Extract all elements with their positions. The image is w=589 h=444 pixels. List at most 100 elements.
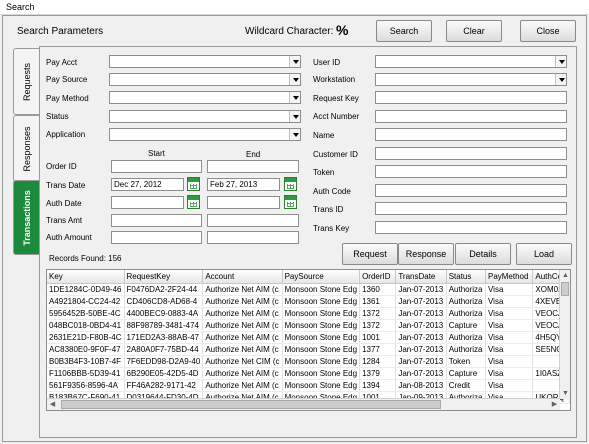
- pay-method-select[interactable]: [109, 91, 301, 104]
- auth-date-end-input[interactable]: [207, 196, 280, 209]
- application-select[interactable]: [109, 128, 301, 141]
- scroll-right-icon[interactable]: ▶: [549, 399, 560, 410]
- trans-key-input[interactable]: [375, 221, 567, 234]
- table-row[interactable]: 2631E21D-F80B-4C 171ED2A3-88AB-47 Authoriz…: [47, 331, 570, 344]
- calendar-icon[interactable]: [187, 195, 200, 209]
- vertical-scrollbar[interactable]: ▲ ▼: [559, 270, 570, 399]
- table-cell: Authorize Net AIM (c: [202, 295, 283, 308]
- horizontal-scrollbar[interactable]: ◀ ▶: [47, 398, 560, 410]
- column-header[interactable]: Account: [202, 270, 283, 284]
- trans-id-input[interactable]: [375, 202, 567, 215]
- table-row[interactable]: B0B3B4F3-10B7-4F 7F6EDD98-D2A9-40 Authoriz…: [47, 355, 570, 368]
- table-cell: Token: [446, 355, 486, 368]
- auth-code-label: Auth Code: [313, 187, 351, 196]
- trans-date-label: Trans Date: [46, 181, 86, 190]
- table-cell: Capture: [446, 367, 486, 380]
- pay-source-select[interactable]: [109, 73, 301, 86]
- column-header[interactable]: Key: [47, 270, 125, 284]
- scroll-down-icon[interactable]: ▼: [560, 388, 570, 399]
- chevron-down-icon[interactable]: [289, 74, 300, 85]
- table-cell: 1361: [359, 295, 397, 308]
- trans-date-end-input[interactable]: Feb 27, 2013: [207, 178, 280, 191]
- column-header[interactable]: PaySource: [282, 270, 361, 284]
- acct-number-label: Acct Number: [313, 112, 360, 121]
- table-cell: 1360: [359, 283, 397, 296]
- tab-responses[interactable]: Responses: [13, 115, 40, 182]
- order-id-start-input[interactable]: [111, 160, 202, 173]
- tab-transactions[interactable]: Transactions: [13, 180, 40, 255]
- table-cell: Visa: [485, 355, 534, 368]
- trans-amt-end-input[interactable]: [207, 214, 299, 227]
- table-cell: 171ED2A3-88AB-47: [124, 331, 204, 344]
- chevron-down-icon[interactable]: [555, 56, 566, 67]
- workstation-select[interactable]: [375, 73, 567, 86]
- acct-number-input[interactable]: [375, 110, 567, 123]
- tab-requests-label: Requests: [21, 62, 32, 101]
- response-button[interactable]: Response: [398, 243, 454, 265]
- column-header[interactable]: OrderID: [359, 270, 397, 284]
- close-button[interactable]: Close: [520, 20, 576, 42]
- chevron-down-icon[interactable]: [289, 92, 300, 103]
- tab-requests[interactable]: Requests: [13, 48, 40, 115]
- request-button[interactable]: Request: [342, 243, 398, 265]
- table-row[interactable]: 1DE1284C-0D49-46 F0476DA2-2F24-44 Authoriz…: [47, 283, 570, 296]
- auth-code-input[interactable]: [375, 184, 567, 197]
- chevron-down-icon[interactable]: [555, 74, 566, 85]
- table-cell: Jan-07-2013: [395, 331, 447, 344]
- table-row[interactable]: AC8380E0-9F0F-47 2A80A0F7-75BD-44 Authoriz…: [47, 343, 570, 356]
- table-cell: Jan-07-2013: [395, 283, 447, 296]
- results-table[interactable]: Key RequestKey Account PaySource OrderID Tran…: [46, 269, 571, 411]
- calendar-icon[interactable]: [284, 195, 297, 209]
- tab-transactions-label: Transactions: [21, 189, 32, 246]
- column-header[interactable]: PayMethod: [485, 270, 534, 284]
- vertical-scroll-thumb[interactable]: [561, 282, 569, 296]
- pay-source-label: Pay Source: [46, 75, 88, 84]
- table-cell: Monsoon Stone Edg: [282, 379, 361, 392]
- wildcard-value: %: [336, 22, 349, 38]
- auth-amount-end-input[interactable]: [207, 231, 299, 244]
- user-id-label: User ID: [313, 58, 341, 67]
- column-header[interactable]: Status: [446, 270, 486, 284]
- table-row[interactable]: F1106BBB-5D39-41 6B290E05-42D5-4D Authoriz…: [47, 367, 570, 380]
- search-button[interactable]: Search: [376, 20, 432, 42]
- scroll-up-icon[interactable]: ▲: [560, 270, 570, 281]
- table-cell: 88F98789-3481-474: [124, 319, 204, 332]
- table-cell: 7F6EDD98-D2A9-40: [124, 355, 204, 368]
- calendar-icon[interactable]: [284, 177, 297, 191]
- table-cell: Monsoon Stone Edg: [282, 319, 361, 332]
- table-cell: Jan-07-2013: [395, 295, 447, 308]
- clear-button[interactable]: Clear: [446, 20, 502, 42]
- auth-date-start-input[interactable]: [111, 196, 184, 209]
- column-header[interactable]: RequestKey: [124, 270, 204, 284]
- application-label: Application: [46, 130, 86, 139]
- customer-id-input[interactable]: [375, 147, 567, 160]
- load-button[interactable]: Load: [516, 243, 572, 265]
- table-row[interactable]: 561F9356-8596-4A FF46A282-9171-42 Authoriz…: [47, 379, 570, 392]
- table-row[interactable]: A4921804-CC24-42 CD406CD8-AD68-4 Authorize…: [47, 295, 570, 308]
- auth-amount-start-input[interactable]: [111, 231, 202, 244]
- horizontal-scroll-thumb[interactable]: [61, 400, 441, 409]
- table-cell: Authoriza: [446, 295, 486, 308]
- token-input[interactable]: [375, 165, 567, 178]
- scroll-left-icon[interactable]: ◀: [47, 399, 58, 410]
- table-cell: Authoriza: [446, 331, 486, 344]
- table-row[interactable]: 5956452B-50BE-4C 4400BEC9-0883-4A Authoriz…: [47, 307, 570, 320]
- request-key-input[interactable]: [375, 91, 567, 104]
- trans-amt-start-input[interactable]: [111, 214, 202, 227]
- chevron-down-icon[interactable]: [289, 129, 300, 140]
- details-button[interactable]: Details: [455, 243, 511, 265]
- pay-acct-select[interactable]: [109, 55, 301, 68]
- table-row[interactable]: 048BC018-0BD4-41 88F98789-3481-474 Authori…: [47, 319, 570, 332]
- status-select[interactable]: [109, 110, 301, 123]
- order-id-end-input[interactable]: [207, 160, 299, 173]
- chevron-down-icon[interactable]: [289, 111, 300, 122]
- calendar-icon[interactable]: [187, 177, 200, 191]
- table-cell: Authorize Net AIM (c: [202, 283, 283, 296]
- records-found: Records Found: 156: [49, 254, 122, 263]
- chevron-down-icon[interactable]: [289, 56, 300, 67]
- user-id-select[interactable]: [375, 55, 567, 68]
- column-header[interactable]: TransDate: [395, 270, 447, 284]
- trans-date-start-input[interactable]: Dec 27, 2012: [111, 178, 184, 191]
- table-cell: 1394: [359, 379, 397, 392]
- name-input[interactable]: [375, 128, 567, 141]
